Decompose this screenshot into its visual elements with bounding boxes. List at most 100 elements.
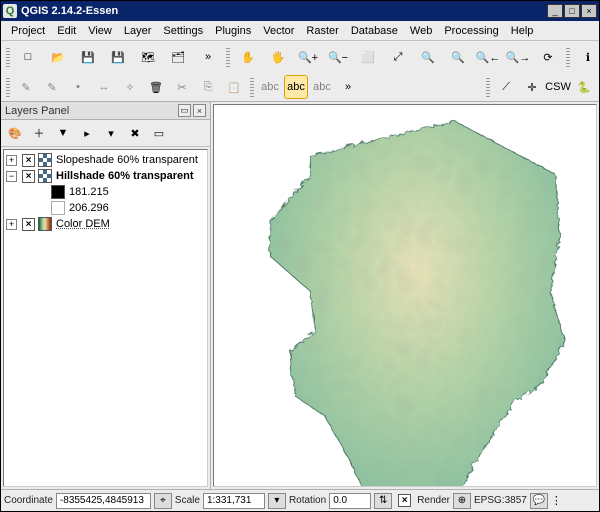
add-feature-button[interactable]: • (66, 75, 90, 99)
layers-group-button[interactable]: ▭ (148, 122, 170, 144)
layer-label: 206.296 (69, 202, 109, 214)
layer-swatch-icon (38, 169, 52, 183)
label-tool-3-button[interactable]: abc (310, 75, 334, 99)
status-bar: Coordinate ⌖ Scale ▾ Rotation ⇅ × Render… (1, 489, 599, 511)
layers-filter-button[interactable]: ▼ (52, 122, 74, 144)
toolbar-row-2: ✎✎•↔✧🗑✂⎘📋abcabcabc»⟋✛CSW🐍 (1, 73, 599, 101)
zoom-next-button[interactable]: 🔍→ (504, 43, 532, 71)
layers-style-button[interactable]: 🎨 (4, 122, 26, 144)
project-more-button[interactable]: » (194, 43, 222, 71)
status-scale-dropdown-button[interactable]: ▾ (268, 493, 286, 509)
layers-panel-toolbar: 🎨＋▼▸▾✖▭ (1, 120, 210, 147)
zoom-native-button[interactable]: ⬜ (354, 43, 382, 71)
toolbar-grip[interactable] (250, 77, 254, 97)
move-feature-button[interactable]: ↔ (92, 75, 116, 99)
layer-row[interactable]: −×Hillshade 60% transparent (6, 168, 205, 184)
menu-edit[interactable]: Edit (51, 23, 82, 39)
menu-view[interactable]: View (82, 23, 118, 39)
cut-features-button[interactable]: ✂ (170, 75, 194, 99)
close-button[interactable]: × (581, 4, 597, 18)
layer-row[interactable]: + × Slopeshade 60% transparent (6, 152, 205, 168)
qgis-logo-icon: Q (3, 4, 17, 18)
menu-plugins[interactable]: Plugins (209, 23, 257, 39)
menu-web[interactable]: Web (404, 23, 438, 39)
status-coord-toggle-button[interactable]: ⌖ (154, 493, 172, 509)
open-project-button[interactable]: 📂 (44, 43, 72, 71)
layers-remove-button[interactable]: ✖ (124, 122, 146, 144)
label-more-button[interactable]: » (336, 75, 360, 99)
zoom-last-button[interactable]: 🔍← (474, 43, 502, 71)
copy-features-button[interactable]: ⎘ (196, 75, 220, 99)
status-render-checkbox[interactable]: × (398, 494, 411, 507)
new-project-button[interactable]: □ (14, 43, 42, 71)
toggle-editing-button[interactable]: ✎ (14, 75, 38, 99)
menu-project[interactable]: Project (5, 23, 51, 39)
status-coord-field[interactable] (56, 493, 151, 509)
layer-label: Slopeshade 60% transparent (56, 154, 198, 166)
status-crs-button[interactable]: ⊕ (453, 493, 471, 509)
paste-features-button[interactable]: 📋 (222, 75, 246, 99)
composer-manager-button[interactable]: 🗂 (164, 43, 192, 71)
layer-swatch-icon (38, 217, 52, 231)
toolbar-grip[interactable] (6, 47, 10, 67)
menu-layer[interactable]: Layer (118, 23, 158, 39)
save-as-project-button[interactable]: 💾 (104, 43, 132, 71)
menu-settings[interactable]: Settings (157, 23, 209, 39)
zoom-layer-button[interactable]: 🔍 (444, 43, 472, 71)
identify-button[interactable]: ℹ (574, 43, 600, 71)
menu-help[interactable]: Help (505, 23, 540, 39)
map-canvas[interactable] (213, 104, 597, 487)
toolbar-grip[interactable] (486, 77, 490, 97)
layers-panel: Layers Panel ▭ × 🎨＋▼▸▾✖▭ +×Slopeshade 60… (1, 102, 211, 489)
panel-float-button[interactable]: ▭ (178, 104, 191, 117)
vertex-tool-button[interactable]: ⟋ (494, 75, 518, 99)
menu-database[interactable]: Database (345, 23, 404, 39)
toolbar-grip[interactable] (226, 47, 230, 67)
refresh-button[interactable]: ⟳ (534, 43, 562, 71)
menu-raster[interactable]: Raster (300, 23, 344, 39)
save-edits-button[interactable]: ✎ (40, 75, 64, 99)
layers-add-button[interactable]: ＋ (28, 122, 50, 144)
zoom-out-button[interactable]: 🔍− (324, 43, 352, 71)
layer-expander[interactable]: + (6, 155, 17, 166)
toolbar-grip[interactable] (566, 47, 570, 67)
layer-row[interactable]: 206.296 (6, 200, 205, 216)
pan-button[interactable]: ✋ (234, 43, 262, 71)
layer-row[interactable]: +×Color DEM (6, 216, 205, 232)
label-tool-1-button[interactable]: abc (258, 75, 282, 99)
layer-expander[interactable]: − (6, 171, 17, 182)
delete-selected-button[interactable]: 🗑 (144, 75, 168, 99)
maximize-button[interactable]: □ (564, 4, 580, 18)
layer-row[interactable]: 181.215 (6, 184, 205, 200)
layers-panel-header[interactable]: Layers Panel ▭ × (1, 102, 210, 120)
panel-close-button[interactable]: × (193, 104, 206, 117)
python-console-button[interactable]: 🐍 (572, 75, 596, 99)
layer-visibility-checkbox[interactable]: × (22, 218, 35, 231)
minimize-button[interactable]: _ (547, 4, 563, 18)
toolbar-row-1: □📂💾💾🗺🗂»✋🖐🔍+🔍−⬜⤢🔍🔍🔍←🔍→⟳ℹ»✛»? (1, 41, 599, 73)
print-composer-button[interactable]: 🗺 (134, 43, 162, 71)
layers-expand-button[interactable]: ▸ (76, 122, 98, 144)
pan-to-selection-button[interactable]: 🖐 (264, 43, 292, 71)
layer-visibility-checkbox[interactable]: × (22, 170, 35, 183)
zoom-in-button[interactable]: 🔍+ (294, 43, 322, 71)
status-rotation-field[interactable] (329, 493, 371, 509)
layers-collapse-button[interactable]: ▾ (100, 122, 122, 144)
toolbar-grip[interactable] (6, 77, 10, 97)
layer-expander[interactable]: + (6, 219, 17, 230)
save-project-button[interactable]: 💾 (74, 43, 102, 71)
target-tool-button[interactable]: ✛ (520, 75, 544, 99)
zoom-full-button[interactable]: ⤢ (384, 43, 412, 71)
status-scale-field[interactable] (203, 493, 265, 509)
layer-visibility-checkbox[interactable]: × (22, 154, 35, 167)
node-tool-button[interactable]: ✧ (118, 75, 142, 99)
layer-tree[interactable]: + × Slopeshade 60% transparent −×Hillshade … (3, 149, 208, 487)
status-rotation-label: Rotation (289, 495, 326, 506)
menu-vector[interactable]: Vector (257, 23, 300, 39)
status-rotation-spinner[interactable]: ⇅ (374, 493, 392, 509)
status-messages-button[interactable]: 💬 (530, 493, 548, 509)
csw-button[interactable]: CSW (546, 75, 570, 99)
zoom-selection-button[interactable]: 🔍 (414, 43, 442, 71)
menu-processing[interactable]: Processing (438, 23, 504, 39)
label-tool-2-button[interactable]: abc (284, 75, 308, 99)
